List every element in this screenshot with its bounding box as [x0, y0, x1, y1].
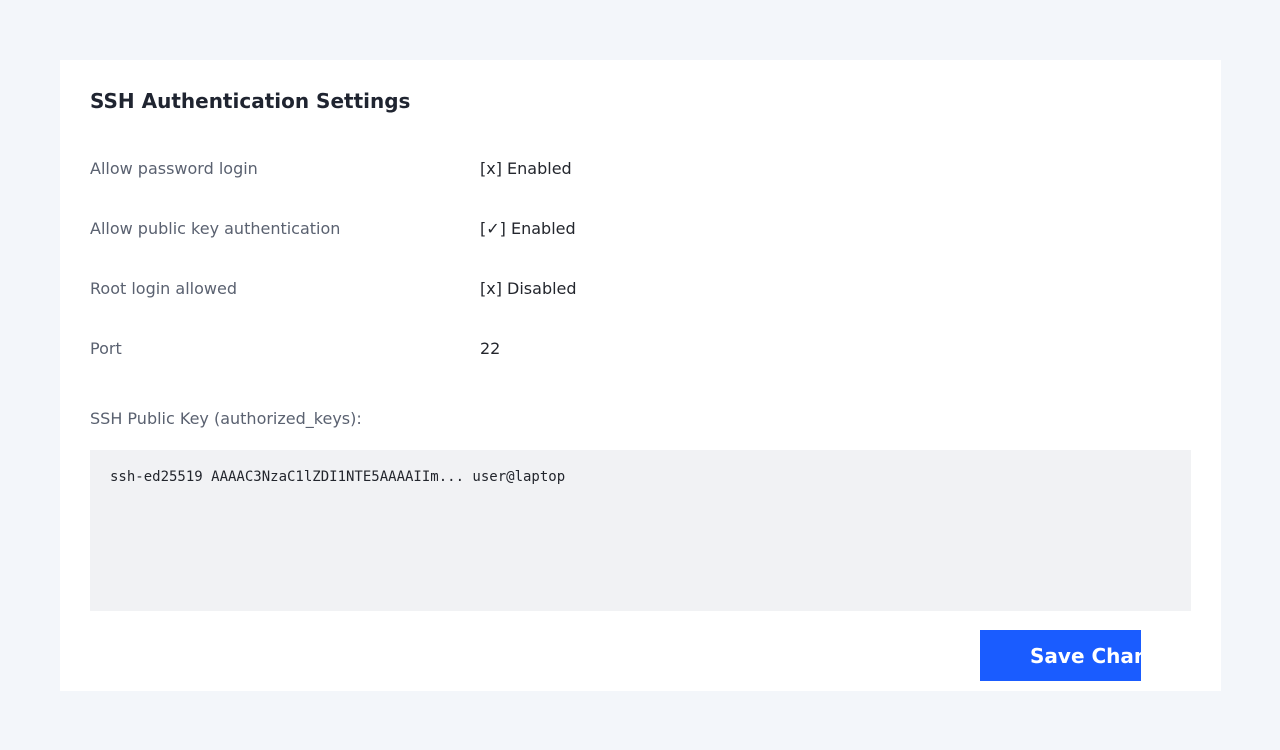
root-login-toggle[interactable]: [x] Disabled: [480, 279, 577, 298]
public-key-textarea[interactable]: ssh-ed25519 AAAAC3NzaC1lZDI1NTE5AAAAIIm.…: [90, 450, 1191, 611]
setting-label: Port: [90, 339, 122, 358]
page-title: SSH Authentication Settings: [90, 89, 411, 113]
public-key-label: SSH Public Key (authorized_keys):: [90, 409, 362, 428]
port-value[interactable]: 22: [480, 339, 500, 358]
setting-row-public-key-auth: Allow public key authentication [✓] Enab…: [90, 219, 1190, 243]
save-button[interactable]: Save Changes: [980, 630, 1141, 681]
settings-card: SSH Authentication Settings Allow passwo…: [60, 60, 1221, 691]
password-login-toggle[interactable]: [x] Enabled: [480, 159, 572, 178]
setting-row-password-login: Allow password login [x] Enabled: [90, 159, 1190, 183]
setting-row-root-login: Root login allowed [x] Disabled: [90, 279, 1190, 303]
setting-label: Allow password login: [90, 159, 258, 178]
setting-label: Allow public key authentication: [90, 219, 341, 238]
setting-label: Root login allowed: [90, 279, 237, 298]
public-key-auth-toggle[interactable]: [✓] Enabled: [480, 219, 576, 238]
setting-row-port: Port 22: [90, 339, 1190, 363]
